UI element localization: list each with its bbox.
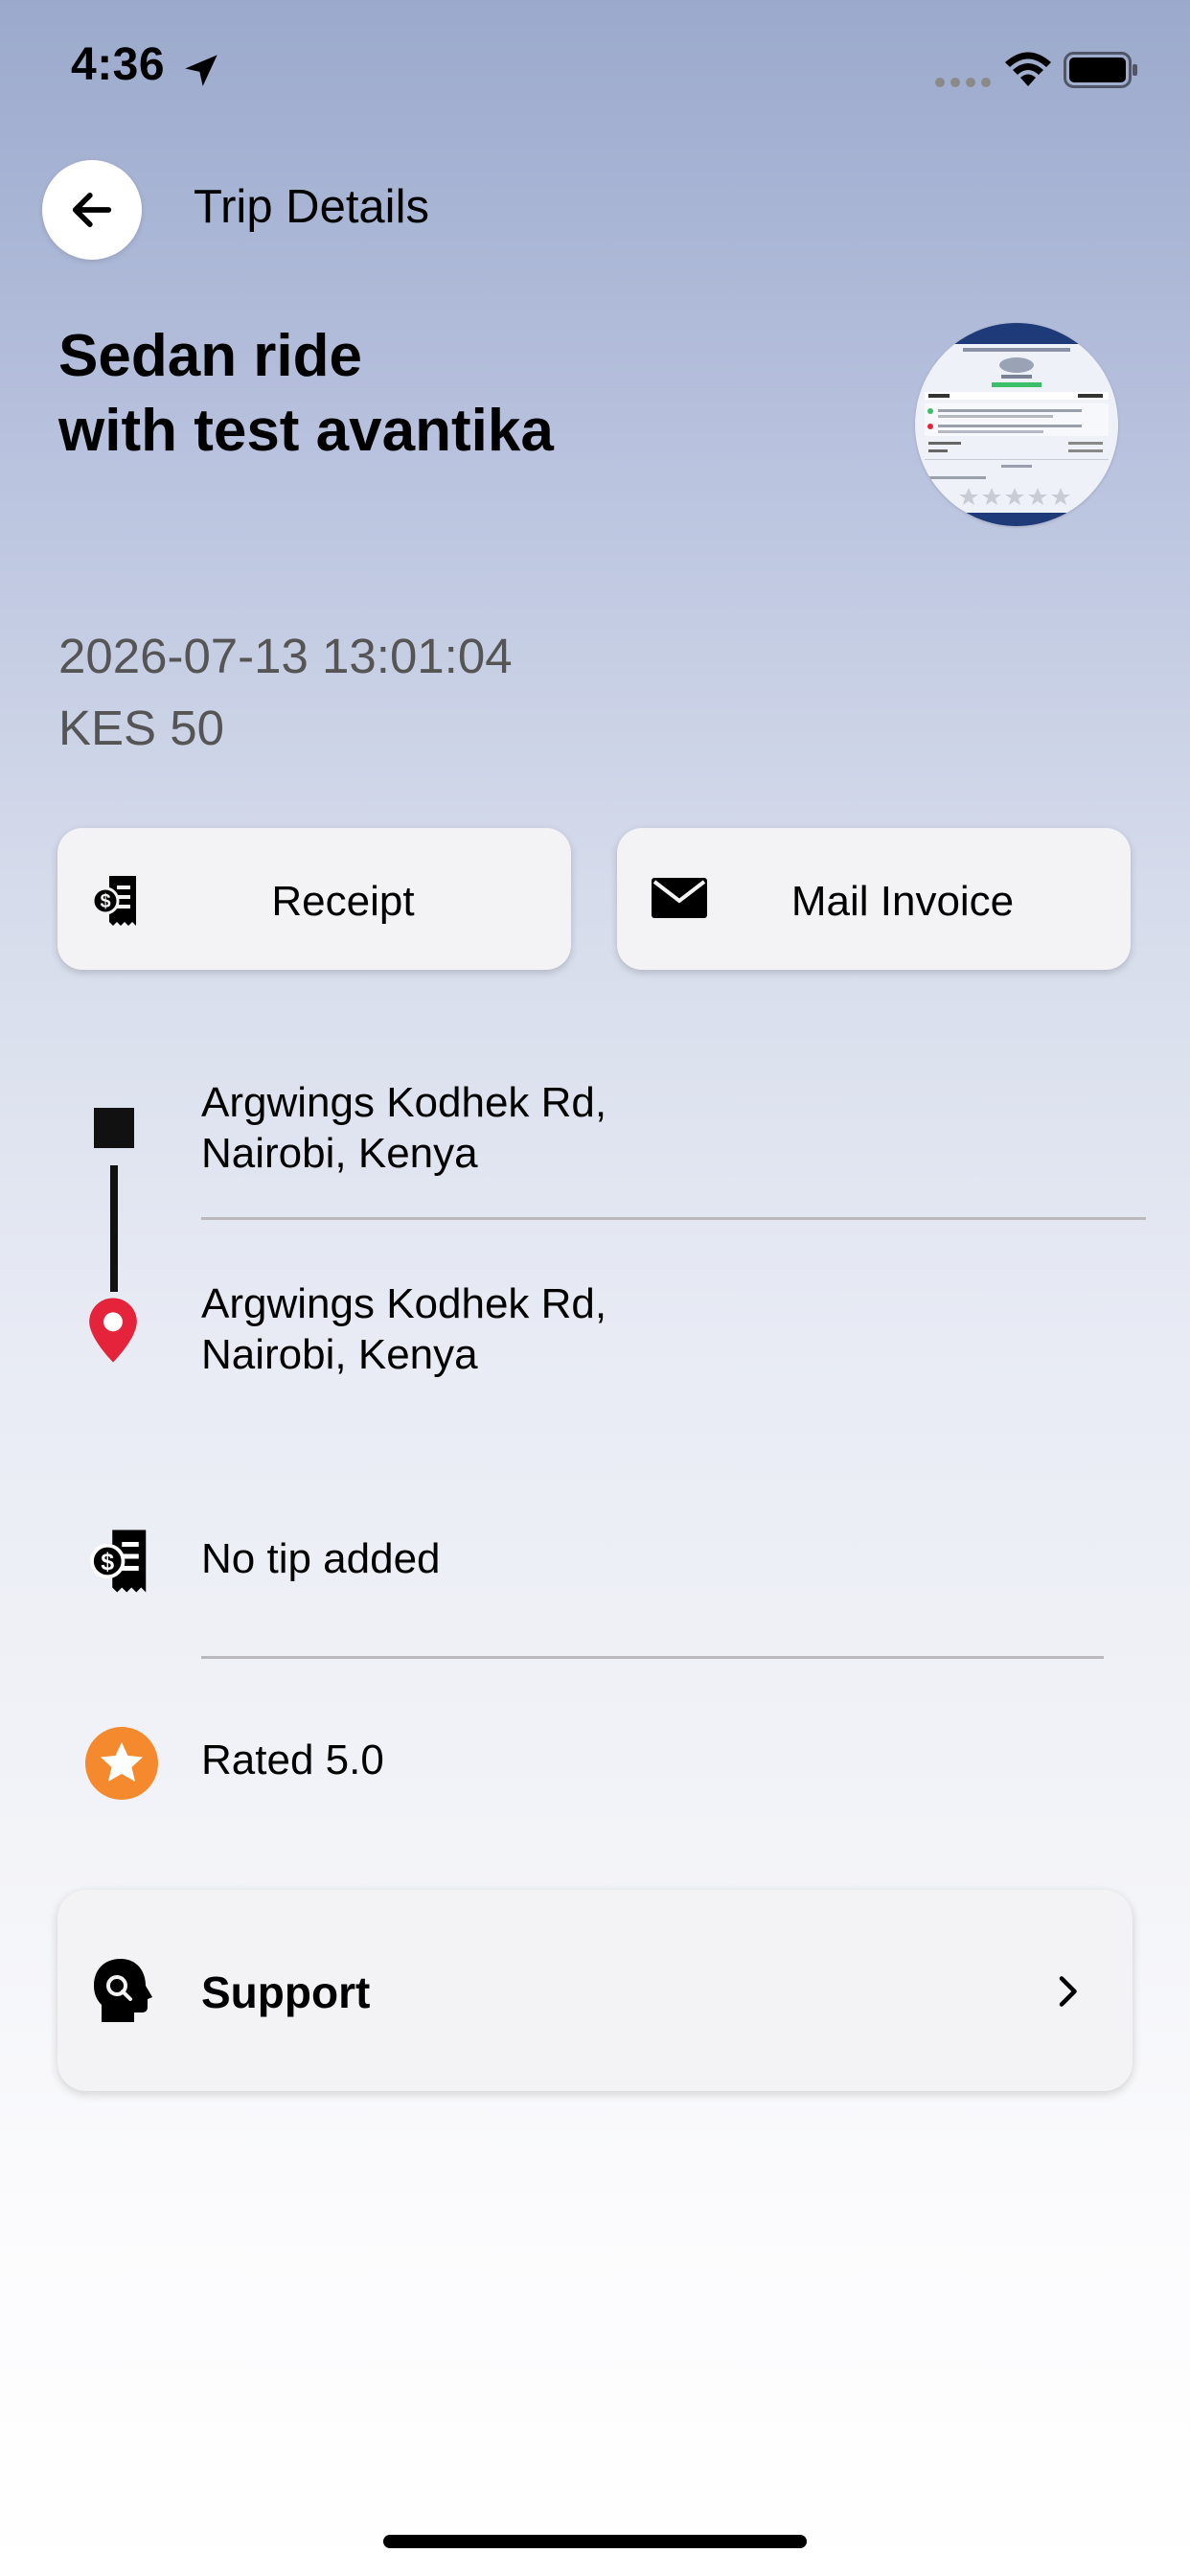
wifi-icon xyxy=(1005,52,1051,86)
dropoff-pin-icon xyxy=(89,1298,137,1363)
arrow-left-icon xyxy=(72,193,112,227)
star-rating-icon xyxy=(85,1727,158,1800)
svg-text:$: $ xyxy=(101,1549,114,1576)
tip-divider xyxy=(201,1656,1104,1659)
page-title: Trip Details xyxy=(194,181,429,233)
dropoff-address: Argwings Kodhek Rd, Nairobi, Kenya xyxy=(201,1278,606,1380)
receipt-thumbnail-image xyxy=(915,323,1118,526)
location-arrow-icon xyxy=(185,55,217,86)
status-time: 4:36 xyxy=(71,39,166,90)
dropoff-address-line2: Nairobi, Kenya xyxy=(201,1331,478,1378)
pickup-address: Argwings Kodhek Rd, Nairobi, Kenya xyxy=(201,1077,606,1179)
dropoff-address-line1: Argwings Kodhek Rd, xyxy=(201,1280,607,1327)
pickup-square-icon xyxy=(94,1108,134,1148)
pickup-address-line1: Argwings Kodhek Rd, xyxy=(201,1079,607,1126)
home-indicator xyxy=(383,2535,807,2548)
trip-datetime: 2026-07-13 13:01:04 xyxy=(58,629,513,683)
support-agent-icon xyxy=(94,1959,152,2022)
receipt-thumbnail[interactable] xyxy=(915,323,1118,526)
ride-title-line1: Sedan ride xyxy=(58,323,362,389)
tip-receipt-icon: $ xyxy=(90,1530,147,1593)
route-divider xyxy=(201,1217,1146,1220)
chevron-right-icon xyxy=(1059,1976,1077,2007)
signal-icon xyxy=(935,78,991,87)
mail-invoice-label: Mail Invoice xyxy=(790,878,1015,925)
support-label: Support xyxy=(201,1967,371,2017)
back-button[interactable] xyxy=(42,160,142,260)
pickup-address-line2: Nairobi, Kenya xyxy=(201,1130,478,1177)
battery-icon xyxy=(1064,52,1137,88)
trip-fare: KES 50 xyxy=(58,701,224,755)
ride-title: Sedan ride with test avantika xyxy=(58,319,554,469)
mail-invoice-button[interactable]: Mail Invoice xyxy=(617,828,1131,970)
ride-title-line2: with test avantika xyxy=(58,398,554,464)
tip-status: No tip added xyxy=(201,1535,441,1582)
route-line xyxy=(110,1165,118,1292)
receipt-label: Receipt xyxy=(271,878,415,925)
support-button[interactable]: Support xyxy=(57,1890,1133,2091)
receipt-button[interactable]: $ Receipt xyxy=(57,828,571,970)
rating-text: Rated 5.0 xyxy=(201,1736,384,1783)
